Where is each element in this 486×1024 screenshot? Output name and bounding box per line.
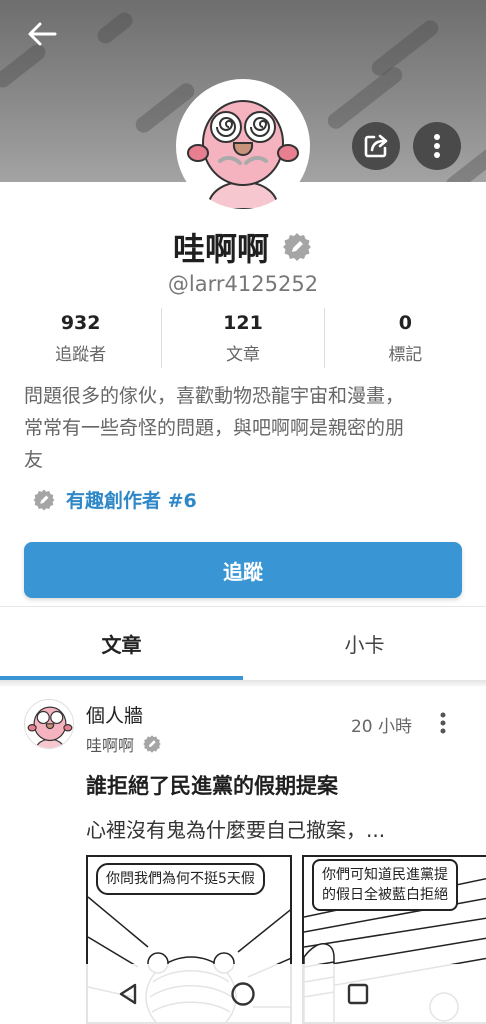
share-button[interactable] xyxy=(352,122,400,170)
post-excerpt[interactable]: 心裡沒有鬼為什麼要自己撤案，... xyxy=(86,814,476,843)
profile-stats: 932 追蹤者 121 文章 0 標記 xyxy=(0,308,486,368)
system-navigation-bar xyxy=(0,964,486,1024)
square-recents-icon xyxy=(348,983,369,1005)
cartoon-face-avatar-icon xyxy=(180,83,306,209)
bubble-line: 的假日全被藍白拒絕 xyxy=(322,887,448,903)
header-stripe xyxy=(368,17,442,79)
post-author-name: 哇啊啊 xyxy=(86,736,135,755)
post-author-avatar[interactable] xyxy=(24,699,74,749)
post-title[interactable]: 誰拒絕了民進黨的假期提案 xyxy=(86,770,338,800)
back-button[interactable] xyxy=(20,14,64,54)
system-back-button[interactable] xyxy=(108,974,148,1014)
post-author-row[interactable]: 哇啊啊 xyxy=(86,732,162,756)
pen-badge-icon xyxy=(143,735,161,753)
more-options-button[interactable] xyxy=(413,122,461,170)
post-timestamp: 20 小時 xyxy=(350,717,412,737)
content-tabs: 文章 小卡 xyxy=(0,606,486,680)
stat-label: 標記 xyxy=(388,344,423,365)
stat-value: 932 xyxy=(60,311,101,334)
stat-value: 121 xyxy=(223,311,263,334)
stat-label: 文章 xyxy=(225,344,260,365)
creator-tag-label: 有趣創作者 #6 xyxy=(66,490,197,512)
post-board-name[interactable]: 個人牆 xyxy=(86,701,143,728)
bio-line: 友 xyxy=(24,449,44,471)
comic-speech-bubble: 你問我們為何不挺5天假 xyxy=(96,863,265,895)
bubble-line: 你們可知道民進黨提 xyxy=(322,867,448,883)
stat-followers[interactable]: 932 追蹤者 xyxy=(0,308,161,368)
comic-speech-bubble: 你們可知道民進黨提 的假日全被藍白拒絕 xyxy=(312,859,458,911)
profile-bio: 問題很多的傢伙，喜歡動物恐龍宇宙和漫畫， 常常有一些奇怪的問題，與吧啊啊是親密的… xyxy=(24,380,468,476)
follow-button[interactable]: 追蹤 xyxy=(24,542,462,598)
profile-handle: @larr4125252 xyxy=(167,272,319,296)
bio-line: 常常有一些奇怪的問題，與吧啊啊是親密的朋 xyxy=(24,417,405,439)
divider xyxy=(0,680,486,686)
triangle-back-icon xyxy=(119,983,136,1005)
cartoon-face-avatar-icon xyxy=(25,700,73,748)
post-more-button[interactable] xyxy=(432,710,454,736)
profile-name: 哇啊啊 xyxy=(172,230,269,268)
header-stripe xyxy=(94,9,136,47)
circle-home-icon xyxy=(231,982,255,1006)
more-vertical-icon xyxy=(440,712,446,734)
system-recents-button[interactable] xyxy=(338,974,378,1014)
header-stripe xyxy=(324,63,406,133)
share-icon xyxy=(364,134,388,158)
profile-avatar[interactable] xyxy=(176,79,310,213)
stat-value: 0 xyxy=(398,311,412,334)
tab-articles[interactable]: 文章 xyxy=(0,607,243,680)
bio-line: 問題很多的傢伙，喜歡動物恐龍宇宙和漫畫， xyxy=(24,385,405,407)
pen-badge-icon xyxy=(283,233,311,261)
pen-badge-icon xyxy=(33,489,55,510)
creator-rank-tag[interactable]: 有趣創作者 #6 xyxy=(32,486,197,513)
system-home-button[interactable] xyxy=(223,974,263,1014)
stat-articles[interactable]: 121 文章 xyxy=(162,308,323,368)
arrow-left-icon xyxy=(28,22,57,46)
stat-tags[interactable]: 0 標記 xyxy=(325,308,486,368)
profile-name-row: 哇啊啊 xyxy=(0,224,486,270)
stat-label: 追蹤者 xyxy=(55,344,107,365)
tab-cards[interactable]: 小卡 xyxy=(243,607,486,680)
more-vertical-icon xyxy=(434,134,440,158)
